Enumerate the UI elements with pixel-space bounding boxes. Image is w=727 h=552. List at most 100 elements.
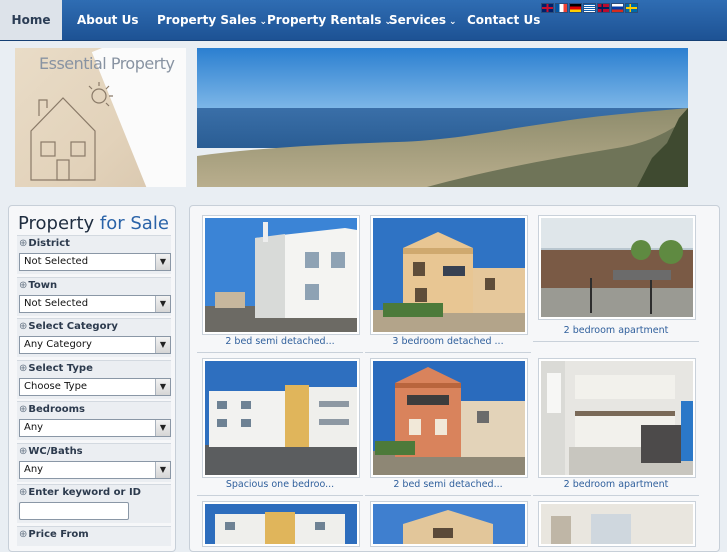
apartment-photo [541, 218, 693, 317]
nav-services[interactable]: Services ⌄ [389, 0, 457, 40]
logo-text: Essential Property [39, 54, 175, 73]
filter-price-from-label: ⊕Price From [19, 529, 89, 540]
property-thumbnail[interactable] [202, 501, 360, 547]
filter-type-text: Select Type [28, 363, 93, 374]
filter-category: ⊕Select Category Any Category ▼ [17, 318, 171, 357]
district-select[interactable]: Not Selected ▼ [19, 253, 171, 271]
interior-photo [541, 504, 693, 544]
category-select-value: Any Category [24, 339, 92, 350]
expand-icon: ⊕ [19, 321, 28, 332]
card-divider [365, 495, 531, 496]
card-divider [533, 341, 699, 342]
filter-keyword-text: Enter keyword or ID [28, 487, 141, 498]
baths-select[interactable]: Any ▼ [19, 461, 171, 479]
coastline-panorama [197, 48, 688, 187]
house-photo [373, 218, 525, 332]
category-select[interactable]: Any Category ▼ [19, 336, 171, 354]
bedrooms-select-value: Any [24, 422, 44, 433]
keyword-input[interactable] [19, 502, 129, 520]
property-thumbnail[interactable] [538, 358, 696, 478]
top-navigation: Home About Us Property Sales ⌄ Property R… [0, 0, 727, 41]
filter-town-text: Town [28, 280, 58, 291]
filter-town: ⊕Town Not Selected ▼ [17, 277, 171, 316]
dropdown-arrow-icon: ▼ [155, 379, 170, 395]
sweden-flag-icon[interactable] [625, 3, 638, 13]
filter-keyword: ⊕Enter keyword or ID [17, 484, 171, 523]
france-flag-icon[interactable] [555, 3, 568, 13]
expand-icon: ⊕ [19, 404, 28, 415]
filter-type: ⊕Select Type Choose Type ▼ [17, 360, 171, 399]
property-thumbnail[interactable] [538, 501, 696, 547]
property-caption[interactable]: 3 bedroom detached ... [370, 336, 526, 347]
title-for-sale: for Sale [94, 213, 169, 234]
property-thumbnail[interactable] [370, 358, 528, 478]
bedrooms-select[interactable]: Any ▼ [19, 419, 171, 437]
town-select[interactable]: Not Selected ▼ [19, 295, 171, 313]
filter-bedrooms-text: Bedrooms [28, 404, 85, 415]
expand-icon: ⊕ [19, 529, 28, 540]
expand-icon: ⊕ [19, 487, 28, 498]
germany-flag-icon[interactable] [569, 3, 582, 13]
dropdown-arrow-icon: ▼ [155, 254, 170, 270]
filter-baths: ⊕WC/Baths Any ▼ [17, 443, 171, 482]
site-logo[interactable]: Essential Property [15, 48, 186, 187]
property-caption[interactable]: 2 bed semi detached... [370, 479, 526, 490]
uk-flag-icon[interactable] [541, 3, 554, 13]
sand-house-drawing-icon [30, 82, 113, 181]
dropdown-arrow-icon: ▼ [155, 420, 170, 436]
baths-select-value: Any [24, 464, 44, 475]
russia-flag-icon[interactable] [611, 3, 624, 13]
nav-services-label: Services [389, 13, 447, 27]
header-banner-image [197, 48, 688, 187]
type-select[interactable]: Choose Type ▼ [19, 378, 171, 396]
card-divider [197, 495, 363, 496]
property-caption[interactable]: 2 bedroom apartment [538, 479, 694, 490]
apartment-photo [205, 361, 357, 475]
expand-icon: ⊕ [19, 446, 28, 457]
filter-bedrooms-label: ⊕Bedrooms [19, 404, 85, 415]
expand-icon: ⊕ [19, 363, 28, 374]
property-thumbnail[interactable] [538, 215, 696, 320]
card-divider [197, 352, 363, 353]
greece-flag-icon[interactable] [583, 3, 596, 13]
dropdown-arrow-icon: ▼ [155, 462, 170, 478]
property-thumbnail[interactable] [370, 215, 528, 335]
filter-price-from-text: Price From [28, 529, 89, 540]
filter-category-label: ⊕Select Category [19, 321, 118, 332]
filter-baths-text: WC/Baths [28, 446, 83, 457]
filter-bedrooms: ⊕Bedrooms Any ▼ [17, 401, 171, 440]
property-caption[interactable]: 2 bed semi detached... [202, 336, 358, 347]
property-thumbnail[interactable] [202, 215, 360, 335]
house-photo [373, 361, 525, 475]
nav-home-label: Home [11, 13, 51, 27]
nav-about-us[interactable]: About Us [77, 0, 138, 40]
filter-district-label: ⊕District [19, 238, 70, 249]
property-thumbnail[interactable] [370, 501, 528, 547]
nav-contact-us[interactable]: Contact Us [467, 0, 540, 40]
card-divider [365, 352, 531, 353]
filter-district-text: District [28, 238, 70, 249]
dropdown-arrow-icon: ▼ [155, 337, 170, 353]
filter-town-label: ⊕Town [19, 280, 57, 291]
nav-property-rentals-label: Property Rentals [267, 13, 382, 27]
nav-contact-us-label: Contact Us [467, 13, 541, 27]
filter-type-label: ⊕Select Type [19, 363, 93, 374]
nav-property-sales[interactable]: Property Sales ⌄ [157, 0, 267, 40]
chevron-down-icon: ⌄ [449, 17, 457, 27]
property-thumbnail[interactable] [202, 358, 360, 478]
chevron-down-icon: ⌄ [259, 17, 268, 27]
nav-home[interactable]: Home [0, 0, 62, 40]
dropdown-arrow-icon: ▼ [155, 296, 170, 312]
card-divider [533, 495, 699, 496]
house-photo [205, 218, 357, 332]
nav-about-us-label: About Us [77, 13, 139, 27]
nav-property-rentals[interactable]: Property Rentals ⌄ [267, 0, 392, 40]
property-caption[interactable]: 2 bedroom apartment [538, 325, 694, 336]
town-select-value: Not Selected [24, 298, 89, 309]
property-caption[interactable]: Spacious one bedroo... [202, 479, 358, 490]
expand-icon: ⊕ [19, 280, 28, 291]
filter-keyword-label: ⊕Enter keyword or ID [19, 487, 141, 498]
filter-category-text: Select Category [28, 321, 118, 332]
norway-flag-icon[interactable] [597, 3, 610, 13]
filter-district: ⊕District Not Selected ▼ [17, 235, 171, 274]
